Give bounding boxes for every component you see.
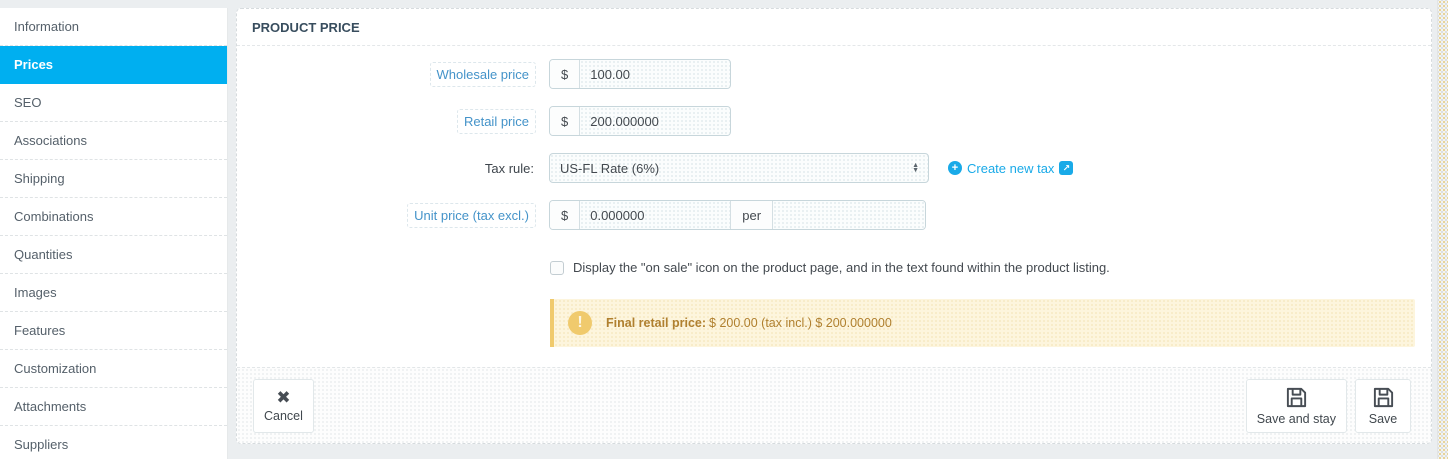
close-icon: ✖ — [276, 387, 291, 407]
unit-price-group: $ per — [549, 200, 927, 230]
unit-price-row: Unit price (tax excl.) $ per — [237, 200, 1423, 230]
tax-rule-row: Tax rule: US-FL Rate (6%) ▲ ▼ + Create ne… — [237, 153, 1423, 183]
on-sale-label: Display the "on sale" icon on the produc… — [573, 260, 1110, 275]
tax-rule-label: Tax rule: — [484, 160, 534, 176]
currency-addon: $ — [550, 201, 581, 229]
select-arrows-icon: ▲ ▼ — [912, 162, 919, 174]
on-sale-checkbox[interactable] — [550, 260, 564, 275]
plus-circle-icon: + — [948, 161, 962, 175]
retail-price-label: Retail price — [456, 108, 536, 134]
sidebar-item-information[interactable]: Information — [0, 8, 227, 46]
tax-rule-select[interactable]: US-FL Rate (6%) ▲ ▼ — [549, 153, 929, 183]
final-price-label: Final retail price: — [606, 316, 707, 330]
on-sale-row: Display the "on sale" icon on the produc… — [237, 260, 1423, 275]
product-tabs-sidebar: Information Prices SEO Associations Ship… — [0, 8, 228, 459]
sidebar-item-prices[interactable]: Prices — [0, 46, 227, 84]
warning-icon: ! — [568, 311, 592, 335]
sidebar-item-attachments[interactable]: Attachments — [0, 388, 227, 426]
currency-addon: $ — [550, 60, 581, 88]
sidebar-item-combinations[interactable]: Combinations — [0, 198, 227, 236]
save-and-stay-button[interactable]: Save and stay — [1245, 378, 1347, 433]
wholesale-price-label: Wholesale price — [429, 61, 536, 87]
create-new-tax-link[interactable]: + Create new tax ↗ — [948, 160, 1074, 176]
unit-price-label: Unit price (tax excl.) — [407, 202, 536, 228]
sidebar-item-seo[interactable]: SEO — [0, 84, 227, 122]
wholesale-price-group: $ — [549, 59, 732, 89]
floppy-save-icon — [1372, 386, 1395, 409]
wholesale-price-row: Wholesale price $ — [237, 59, 1423, 89]
cancel-button-label: Cancel — [264, 408, 303, 423]
page-edge-texture — [1437, 0, 1448, 459]
currency-addon: $ — [550, 107, 581, 135]
sidebar-item-features[interactable]: Features — [0, 312, 227, 350]
final-price-alert: ! Final retail price: $ 200.00 (tax incl.… — [550, 299, 1415, 347]
retail-price-row: Retail price $ — [237, 106, 1423, 136]
unit-price-per-input[interactable] — [773, 201, 926, 229]
floppy-save-icon — [1285, 386, 1308, 409]
sidebar-item-suppliers[interactable]: Suppliers — [0, 426, 227, 459]
wholesale-price-input[interactable] — [580, 60, 731, 88]
retail-price-input[interactable] — [580, 107, 731, 135]
final-price-value: $ 200.00 (tax incl.) $ 200.000000 — [709, 316, 892, 330]
panel-footer: ✖ Cancel Save and stay Save — [237, 367, 1431, 443]
panel-title: PRODUCT PRICE — [237, 9, 1431, 46]
per-addon: per — [730, 201, 774, 229]
product-price-panel: PRODUCT PRICE Wholesale price $ Retail p… — [236, 8, 1432, 444]
cancel-button[interactable]: ✖ Cancel — [253, 378, 314, 433]
sidebar-item-associations[interactable]: Associations — [0, 122, 227, 160]
save-and-stay-label: Save and stay — [1256, 411, 1336, 426]
external-link-icon: ↗ — [1059, 161, 1074, 175]
sidebar-item-shipping[interactable]: Shipping — [0, 160, 227, 198]
create-new-tax-label: Create new tax — [967, 160, 1055, 176]
tax-rule-selected-value: US-FL Rate (6%) — [560, 160, 660, 176]
sidebar-item-customization[interactable]: Customization — [0, 350, 227, 388]
save-button-label: Save — [1368, 411, 1398, 426]
sidebar-item-images[interactable]: Images — [0, 274, 227, 312]
sidebar-item-quantities[interactable]: Quantities — [0, 236, 227, 274]
save-button[interactable]: Save — [1355, 378, 1411, 433]
price-form: Wholesale price $ Retail price $ Tax rul… — [237, 59, 1431, 347]
retail-price-group: $ — [549, 106, 732, 136]
unit-price-input[interactable] — [580, 201, 731, 229]
